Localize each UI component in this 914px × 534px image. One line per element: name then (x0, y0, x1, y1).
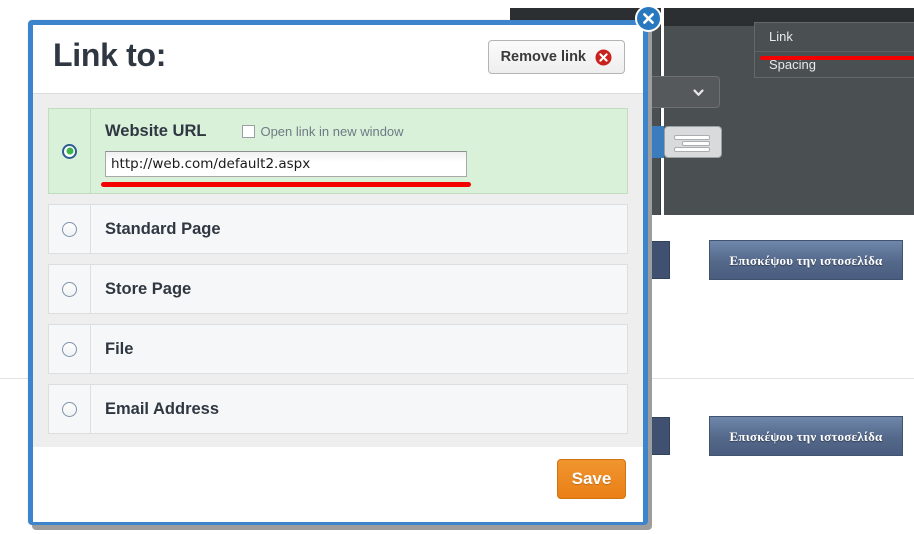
option-row-standard-page[interactable]: Standard Page (48, 204, 628, 254)
radio-store-page[interactable] (62, 281, 77, 297)
cta-visit-website-bottom[interactable]: Επισκέψου την ιστοσελίδα (709, 416, 903, 456)
menu-item-spacing[interactable]: Spacing (755, 51, 914, 79)
option-content-store-page: Store Page (91, 265, 627, 313)
option-label-file: File (105, 339, 134, 358)
open-in-new-window-control[interactable]: Open link in new window (242, 124, 404, 139)
option-label-store-page: Store Page (105, 279, 192, 298)
dialog-footer: Save (33, 447, 643, 522)
radio-cell-website-url[interactable] (49, 109, 91, 193)
chevron-down-icon (692, 86, 705, 99)
option-content-standard-page: Standard Page (91, 205, 627, 253)
link-to-dialog: Link to: Remove link Website URL Open li… (28, 20, 648, 525)
radio-cell-store-page[interactable] (49, 265, 91, 313)
remove-link-x-icon (595, 49, 612, 66)
option-row-file[interactable]: File (48, 324, 628, 374)
option-label-standard-page: Standard Page (105, 219, 221, 238)
radio-cell-file[interactable] (49, 325, 91, 373)
website-url-header: Website URL Open link in new window (105, 109, 627, 141)
dialog-header: Link to: Remove link (33, 25, 643, 94)
remove-link-label: Remove link (500, 49, 586, 65)
dialog-body: Website URL Open link in new window Stan… (33, 94, 643, 447)
close-icon[interactable] (635, 5, 662, 32)
align-right-button[interactable] (664, 126, 722, 158)
menu-item-link[interactable]: Link (755, 23, 914, 51)
radio-website-url[interactable] (62, 143, 77, 159)
website-url-input[interactable] (105, 151, 467, 177)
cta-visit-website-top[interactable]: Επισκέψου την ιστοσελίδα (709, 240, 903, 280)
radio-file[interactable] (62, 341, 77, 357)
open-in-new-window-label: Open link in new window (260, 124, 404, 139)
radio-cell-standard-page[interactable] (49, 205, 91, 253)
menu-item-link-label: Link (769, 29, 793, 44)
align-button-accent (650, 126, 664, 158)
remove-link-button[interactable]: Remove link (487, 40, 625, 74)
open-in-new-window-checkbox[interactable] (242, 125, 256, 138)
radio-cell-email-address[interactable] (49, 385, 91, 433)
radio-email-address[interactable] (62, 401, 77, 417)
option-content-website-url: Website URL Open link in new window (91, 109, 627, 193)
save-button[interactable]: Save (557, 459, 626, 499)
option-row-store-page[interactable]: Store Page (48, 264, 628, 314)
radio-standard-page[interactable] (62, 221, 77, 237)
option-content-email-address: Email Address (91, 385, 627, 433)
background-dropdown-menu[interactable]: Link Spacing (754, 22, 914, 78)
page-title: Link to: (53, 37, 167, 73)
option-row-website-url[interactable]: Website URL Open link in new window (48, 108, 628, 194)
option-label-website-url: Website URL (105, 122, 207, 140)
option-label-email-address: Email Address (105, 399, 220, 418)
menu-item-spacing-label: Spacing (769, 57, 816, 72)
option-content-file: File (91, 325, 627, 373)
option-row-email-address[interactable]: Email Address (48, 384, 628, 434)
